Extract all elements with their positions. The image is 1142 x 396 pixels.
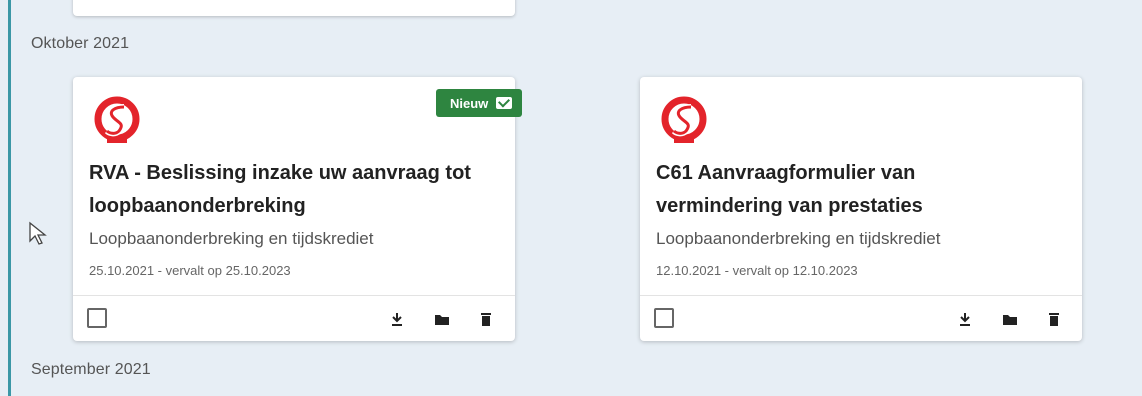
document-card[interactable]: C61 Aanvraagformulier van vermindering v… xyxy=(640,77,1082,341)
document-title-line: loopbaanonderbreking xyxy=(89,195,306,217)
new-badge: Nieuw xyxy=(436,89,523,117)
document-title-line: C61 Aanvraagformulier van xyxy=(656,162,916,184)
rva-logo-icon xyxy=(94,96,140,143)
timeline-bar xyxy=(8,0,11,396)
document-timeline: Oktober 2021 Nieuw RVA - Beslissing inza… xyxy=(0,0,1142,396)
document-title-line: vermindering van prestaties xyxy=(656,195,923,217)
document-title[interactable]: C61 Aanvraagformulier van vermindering v… xyxy=(656,157,1076,223)
card-divider xyxy=(640,295,1082,296)
document-title-line: RVA - Beslissing inzake uw aanvraag tot xyxy=(89,162,471,184)
document-category: Loopbaanonderbreking en tijdskrediet xyxy=(89,229,374,248)
document-card[interactable]: Nieuw RVA - Beslissing inzake uw aanvraa… xyxy=(73,77,523,341)
select-checkbox[interactable] xyxy=(654,308,674,328)
previous-document-card[interactable] xyxy=(73,0,515,16)
rva-logo-icon xyxy=(661,96,707,143)
document-date: 25.10.2021 - vervalt op 25.10.2023 xyxy=(89,263,291,278)
month-header-september: September 2021 xyxy=(31,361,151,378)
new-badge-label: Nieuw xyxy=(450,95,489,111)
folder-icon[interactable] xyxy=(1002,311,1018,327)
trash-icon[interactable] xyxy=(478,311,494,327)
trash-icon[interactable] xyxy=(1046,311,1062,327)
card-divider xyxy=(73,295,515,296)
download-icon[interactable] xyxy=(957,311,973,327)
month-header-oktober: Oktober 2021 xyxy=(31,35,130,52)
select-checkbox[interactable] xyxy=(87,308,107,328)
mouse-cursor-icon xyxy=(29,221,47,245)
folder-icon[interactable] xyxy=(434,311,450,327)
download-icon[interactable] xyxy=(389,311,405,327)
document-title[interactable]: RVA - Beslissing inzake uw aanvraag tot … xyxy=(89,157,509,223)
mail-icon xyxy=(496,97,513,109)
document-date: 12.10.2021 - vervalt op 12.10.2023 xyxy=(656,263,858,278)
document-category: Loopbaanonderbreking en tijdskrediet xyxy=(656,229,941,248)
